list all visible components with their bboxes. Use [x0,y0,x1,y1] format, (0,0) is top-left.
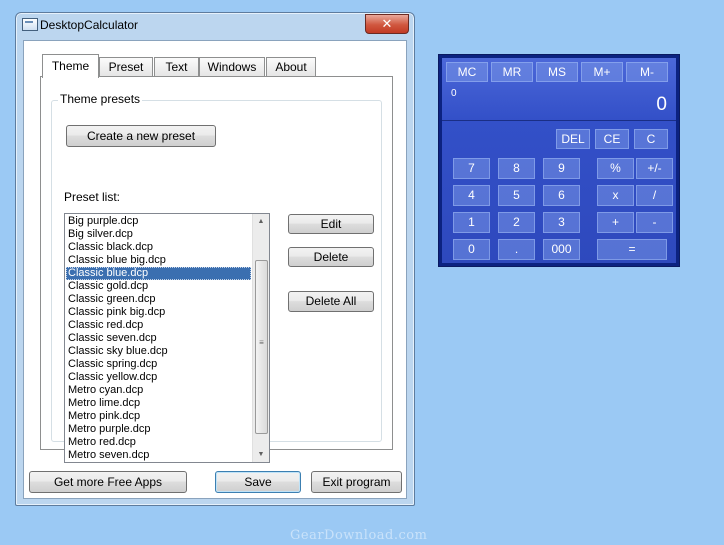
calc-key-button[interactable]: / [636,185,673,206]
list-item[interactable]: Metro purple.dcp [66,423,251,436]
group-label: Theme presets [58,92,143,106]
list-item[interactable]: Classic red.dcp [66,319,251,332]
calc-key-button[interactable]: +/- [636,158,673,179]
del-button[interactable]: DEL [556,129,590,149]
list-item[interactable]: Classic green.dcp [66,293,251,306]
delete-label: Delete [313,250,349,264]
list-item[interactable]: Classic spring.dcp [66,358,251,371]
calc-key-button[interactable]: . [498,239,535,260]
create-preset-label: Create a new preset [86,129,196,143]
memory-mc-button[interactable]: MC [446,62,488,82]
calc-key-button[interactable]: 2 [498,212,535,233]
exit-program-button[interactable]: Exit program [311,471,402,493]
preset-list[interactable]: Big purple.dcp Big silver.dcp Classic blac… [64,213,270,463]
list-item[interactable]: Big purple.dcp [66,215,251,228]
exit-program-label: Exit program [322,475,391,489]
window-title: DesktopCalculator [40,18,139,32]
edit-button[interactable]: Edit [288,214,374,234]
list-item[interactable]: Metro cyan.dcp [66,384,251,397]
theme-panel: Theme presets Create a new preset Preset… [40,76,393,463]
list-item[interactable]: Metro seven.dcp [66,449,251,462]
app-icon [22,18,38,31]
c-button[interactable]: C [634,129,668,149]
tab-windows[interactable]: Windows [199,57,265,77]
calc-key-button[interactable]: 000 [543,239,580,260]
list-item[interactable]: Classic gold.dcp [66,280,251,293]
list-item[interactable]: Classic sky blue.dcp [66,345,251,358]
list-item[interactable]: Metro lime.dcp [66,397,251,410]
ce-button[interactable]: CE [595,129,629,149]
calc-key-button[interactable]: + [597,212,634,233]
calc-key-button[interactable]: x [597,185,634,206]
calc-key-button[interactable]: 7 [453,158,490,179]
calc-key-button[interactable]: 5 [498,185,535,206]
close-icon: ✕ [381,16,393,31]
get-more-apps-label: Get more Free Apps [53,475,163,489]
calc-key-button[interactable]: 8 [498,158,535,179]
calc-key-button[interactable]: 1 [453,212,490,233]
close-button[interactable]: ✕ [365,14,409,34]
save-label: Save [244,475,272,489]
tab-text[interactable]: Text [154,57,199,77]
calculator-display: 0 [656,94,667,115]
tab-about[interactable]: About [266,57,316,77]
save-button[interactable]: Save [215,471,301,493]
memory-m-minus-button[interactable]: M- [626,62,668,82]
scroll-thumb[interactable]: ≡ [255,260,268,434]
list-item[interactable]: Classic blue.dcp [66,267,251,280]
memory-indicator: 0 [451,88,457,99]
title-bar[interactable]: DesktopCalculator ✕ [16,13,414,39]
delete-all-label: Delete All [305,294,357,308]
list-item[interactable]: Classic seven.dcp [66,332,251,345]
equals-button[interactable]: = [597,239,667,260]
calc-key-button[interactable]: 3 [543,212,580,233]
window-client: Theme Preset Text Windows About Theme pr… [23,40,407,499]
tab-preset[interactable]: Preset [99,57,153,77]
list-item[interactable]: Classic blue big.dcp [66,254,251,267]
list-item[interactable]: Metro pink.dcp [66,410,251,423]
calculator-body: 0 0 MC MR MS M+ M- DEL CE C 7 8 9% +/- 4 5 6 x/ 1 2 3 + - 0. 0… [442,58,676,263]
edit-label: Edit [320,217,342,231]
get-more-apps-button[interactable]: Get more Free Apps [29,471,187,493]
grip-icon: ≡ [259,338,264,347]
calc-key-button[interactable]: 0 [453,239,490,260]
display-divider [442,120,676,121]
memory-ms-button[interactable]: MS [536,62,578,82]
delete-button[interactable]: Delete [288,247,374,267]
watermark: GearDownload.com [290,528,428,543]
preset-list-items: Big purple.dcp Big silver.dcp Classic blac… [66,215,251,462]
list-item[interactable]: Classic yellow.dcp [66,371,251,384]
preset-list-label: Preset list: [64,190,121,204]
calc-key-button[interactable]: 4 [453,185,490,206]
memory-mr-button[interactable]: MR [491,62,533,82]
list-item[interactable]: Classic pink big.dcp [66,306,251,319]
list-item[interactable]: Big silver.dcp [66,228,251,241]
calc-key-button[interactable]: % [597,158,634,179]
memory-m-plus-button[interactable]: M+ [581,62,623,82]
list-item[interactable]: Classic black.dcp [66,241,251,254]
calculator-window: 0 0 MC MR MS M+ M- DEL CE C 7 8 9% +/- 4 5 6 x/ 1 2 3 + - 0. 0… [438,54,680,267]
calc-key-button[interactable]: 9 [543,158,580,179]
calc-key-button[interactable]: - [636,212,673,233]
create-preset-button[interactable]: Create a new preset [66,125,216,147]
tab-theme[interactable]: Theme [42,54,99,78]
scroll-down-icon[interactable]: ▼ [253,447,269,462]
scroll-up-icon[interactable]: ▲ [253,214,269,229]
list-scrollbar[interactable]: ▲ ≡ ▼ [252,214,269,462]
delete-all-button[interactable]: Delete All [288,291,374,312]
calc-key-button[interactable]: 6 [543,185,580,206]
main-window: DesktopCalculator ✕ Theme Preset Text Wi… [15,12,415,506]
list-item[interactable]: Metro red.dcp [66,436,251,449]
